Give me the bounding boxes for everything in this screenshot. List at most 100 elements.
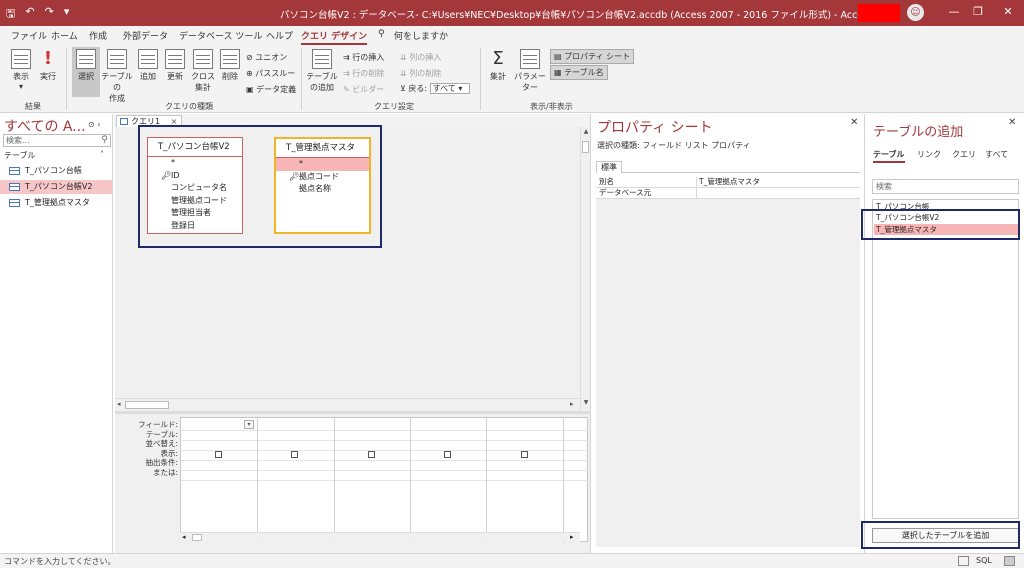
show-checkbox[interactable] [521,451,528,458]
field-list-title[interactable]: T_パソコン台帳V2 [148,138,242,157]
nav-pane-title[interactable]: すべての A... [4,116,86,136]
property-row[interactable]: データベース元 [596,188,860,199]
save-icon[interactable]: 🖫 [6,5,15,24]
group-separator [301,48,302,110]
tab-home[interactable]: ホーム [51,29,78,42]
redacted-account-name [858,4,900,22]
scroll-thumb[interactable] [125,401,169,409]
nav-category-tables[interactable]: テーブル ˄ [4,150,104,161]
property-sheet-icon: ▤ [554,52,562,61]
tab-external-data[interactable]: 外部データ [123,29,168,42]
scroll-right-icon[interactable]: ▸ [570,400,574,408]
tell-me-box[interactable]: 何をしますか [394,29,448,42]
scroll-left-icon[interactable]: ◂ [117,400,121,408]
field-item[interactable]: 登録日 [148,220,242,233]
close-button[interactable]: ✕ [1000,5,1016,18]
add-tables-search-input[interactable]: 検索 [872,179,1019,194]
group-label-results: 結果 [25,102,41,111]
field-item[interactable]: * [276,158,369,171]
horizontal-scrollbar[interactable]: ◂ ▸ [115,398,580,411]
chevron-down-icon[interactable]: ▾ [244,420,254,429]
totals-button[interactable]: Σ 集計 [487,49,509,82]
tab-file[interactable]: ファイル [11,29,47,42]
tab-all[interactable]: すべて [985,149,1008,160]
grid-horizontal-scrollbar[interactable]: ◂ ▸ [180,532,580,542]
insert-columns-button[interactable]: ⇊ 列の挿入 [400,52,441,63]
minimize-button[interactable]: — [946,5,962,18]
property-row[interactable]: 別名 T_管理拠点マスタ [596,177,860,188]
close-icon[interactable]: ✕ [850,117,858,128]
avatar[interactable]: ☺ [907,4,924,21]
customize-icon[interactable]: ▾ [64,5,70,24]
scroll-thumb[interactable] [582,141,589,153]
property-sheet-button[interactable]: ▤ プロパティ シート [550,49,635,64]
field-item[interactable]: コンピュータ名 [148,182,242,195]
tell-me-icon[interactable]: ⚲ [378,29,385,39]
view-button[interactable]: 表示 ▾ [8,49,34,91]
undo-icon[interactable]: ↶ [25,5,34,24]
field-list-pc-ledger-v2[interactable]: T_パソコン台帳V2 * 🔑︎ ID コンピュータ名 管理拠点コード 管理担当者 … [147,137,243,234]
select-label: 選択 [78,72,94,81]
crosstab-button[interactable]: クロス 集計 [190,49,216,93]
tab-create[interactable]: 作成 [89,29,107,42]
run-button[interactable]: ! 実行 [36,49,60,82]
union-button[interactable]: ⊘ ユニオン [246,52,287,63]
field-item[interactable]: * [148,157,242,170]
insert-rows-button[interactable]: ⇉ 行の挿入 [343,52,384,63]
tab-query-design[interactable]: クエリ デザイン [301,29,368,45]
nav-search-input[interactable]: 検索... ⚲ [3,134,111,147]
tab-general[interactable]: 標準 [596,161,622,173]
data-definition-button[interactable]: ▣ データ定義 [246,84,296,95]
vertical-scrollbar[interactable]: ▲ ▼ [580,127,590,411]
scroll-left-icon[interactable]: ◂ [182,533,186,541]
table-names-button[interactable]: ▦ テーブル名 [550,65,608,80]
field-list-site-master[interactable]: T_管理拠点マスタ * 🔑︎ 拠点コード 拠点名称 [274,137,371,234]
update-button[interactable]: 更新 [163,49,187,82]
scroll-thumb[interactable] [192,534,202,541]
return-select[interactable]: すべて ▾ [429,83,470,94]
show-table-button[interactable]: テーブル の追加 [306,49,338,93]
field-list-title[interactable]: T_管理拠点マスタ [276,139,369,158]
table-names-label: テーブル名 [564,68,604,77]
restore-button[interactable]: ❐ [970,5,986,18]
field-item[interactable]: 管理拠点コード [148,195,242,208]
make-table-button[interactable]: テーブルの 作成 [101,49,133,104]
tab-links[interactable]: リンク [917,149,941,160]
scroll-right-icon[interactable]: ▸ [570,533,574,541]
collapse-icon[interactable]: ‹ [97,120,100,129]
nav-item-pc-ledger-v2[interactable]: T_パソコン台帳V2 [0,180,112,194]
redo-icon[interactable]: ↷ [45,5,54,24]
field-item[interactable]: 拠点名称 [276,183,369,196]
tab-database-tools[interactable]: データベース ツール [179,29,262,42]
show-checkbox[interactable] [444,451,451,458]
delete-query-button[interactable]: 削除 [218,49,242,82]
chevron-down-icon: ▾ [18,82,23,91]
query-icon [120,118,128,125]
delete-rows-button[interactable]: ⇉ 行の削除 [343,68,384,79]
select-query-button[interactable]: 選択 [72,47,100,97]
append-button[interactable]: 追加 [136,49,160,82]
tab-queries[interactable]: クエリ [952,149,976,160]
parameters-button[interactable]: パラメーター [512,49,548,93]
delete-columns-button[interactable]: ⇊ 列の削除 [400,68,441,79]
design-grid[interactable]: ▾ [180,417,589,543]
show-checkbox[interactable] [215,451,222,458]
property-value[interactable]: T_管理拠点マスタ [699,177,760,187]
passthrough-button[interactable]: ⊕ パススルー [246,68,295,79]
show-checkbox[interactable] [291,451,298,458]
close-icon[interactable]: ✕ [1008,117,1016,128]
field-item[interactable]: 🔑︎ ID [148,170,242,183]
field-item[interactable]: 管理担当者 [148,207,242,220]
tab-tables[interactable]: テーブル [873,149,905,163]
union-label: ユニオン [255,53,288,62]
design-view-icon[interactable] [1004,556,1015,566]
nav-menu-icon[interactable]: ⊙ [88,120,95,129]
builder-button[interactable]: ✎ ビルダー [343,84,384,95]
sql-view-button[interactable]: SQL [976,556,992,565]
show-checkbox[interactable] [368,451,375,458]
tab-help[interactable]: ヘルプ [266,29,293,42]
field-item[interactable]: 🔑︎ 拠点コード [276,171,369,184]
nav-item-pc-ledger[interactable]: T_パソコン台帳 [0,164,112,178]
nav-item-site-master[interactable]: T_管理拠点マスタ [0,196,112,210]
datasheet-view-icon[interactable] [958,556,969,566]
